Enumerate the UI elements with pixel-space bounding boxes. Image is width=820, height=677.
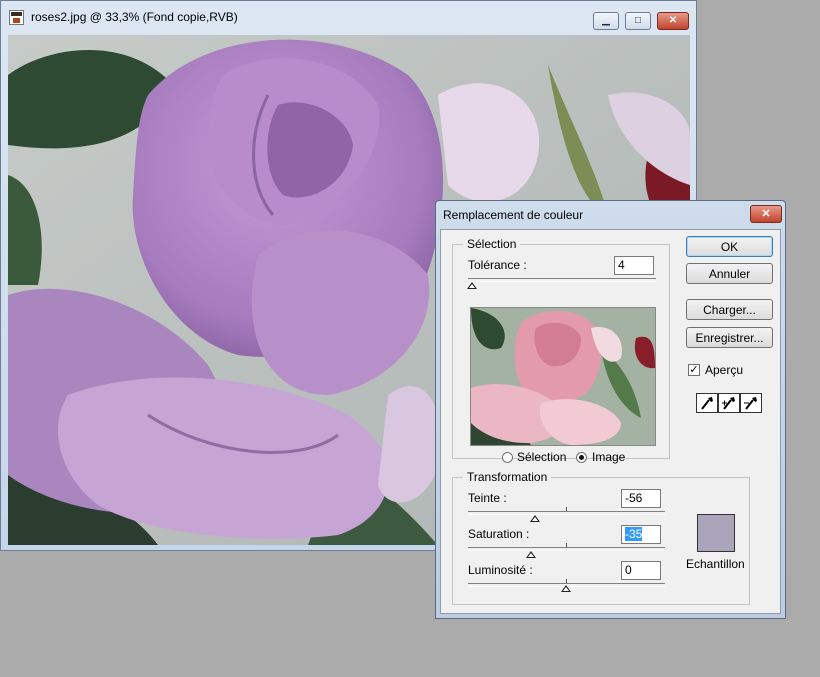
luminosity-value: 0 [625, 563, 632, 577]
photoshop-file-icon [9, 10, 24, 25]
luminosity-input[interactable]: 0 [621, 561, 661, 580]
hue-slider-thumb[interactable] [530, 515, 540, 522]
luminosity-slider-thumb[interactable] [561, 585, 571, 592]
selection-group: Sélection Tolérance : 4 Sélection Image [452, 237, 670, 464]
selection-legend: Sélection [463, 237, 521, 251]
radio-image[interactable] [576, 452, 587, 463]
saturation-slider-track[interactable] [468, 547, 665, 551]
minimize-button[interactable]: ▁ [593, 12, 619, 30]
close-button[interactable]: ✕ [657, 12, 689, 30]
radio-selection[interactable] [502, 452, 513, 463]
hue-label: Teinte : [468, 491, 507, 505]
preview-label[interactable]: Aperçu [705, 363, 743, 377]
saturation-value: -35 [625, 527, 643, 541]
tolerance-slider-thumb[interactable] [466, 282, 477, 289]
eyedropper-plus-button[interactable] [718, 393, 740, 413]
eyedropper-icon [701, 397, 713, 410]
document-titlebar[interactable]: roses2.jpg @ 33,3% (Fond copie,RVB) ▁ □ … [1, 1, 696, 35]
saturation-slider-thumb[interactable] [526, 551, 536, 558]
tolerance-label: Tolérance : [468, 258, 527, 272]
load-button[interactable]: Charger... [686, 299, 773, 320]
radio-image-label[interactable]: Image [592, 450, 625, 464]
minimize-icon: ▁ [602, 15, 610, 26]
dialog-body: Sélection Tolérance : 4 Sélection Image … [440, 229, 781, 614]
preview-checkbox[interactable]: ✓ [688, 364, 700, 376]
saturation-slider-center-tick [566, 543, 567, 547]
eyedropper-minus-icon [744, 397, 757, 410]
hue-slider-track[interactable] [468, 511, 665, 515]
saturation-label: Saturation : [468, 527, 530, 541]
cancel-button[interactable]: Annuler [686, 263, 773, 284]
tolerance-slider-track[interactable] [468, 278, 656, 282]
hue-input[interactable]: -56 [621, 489, 661, 508]
eyedropper-plus-icon [722, 397, 735, 410]
hue-value: -56 [625, 491, 643, 505]
maximize-button[interactable]: □ [625, 12, 651, 30]
saturation-input[interactable]: -35 [621, 525, 661, 544]
maximize-icon: □ [634, 15, 642, 26]
preview-rose-image [471, 308, 655, 445]
tolerance-value: 4 [618, 258, 625, 272]
luminosity-label: Luminosité : [468, 563, 533, 577]
dialog-title: Remplacement de couleur [443, 208, 584, 222]
eyedropper-button[interactable] [696, 393, 718, 413]
radio-selection-label[interactable]: Sélection [517, 450, 566, 464]
dialog-close-button[interactable]: ✕ [750, 205, 782, 223]
eyedropper-minus-button[interactable] [740, 393, 762, 413]
ok-button[interactable]: OK [686, 236, 773, 257]
save-button[interactable]: Enregistrer... [686, 327, 773, 348]
sample-color-swatch[interactable] [697, 514, 735, 552]
document-title: roses2.jpg @ 33,3% (Fond copie,RVB) [31, 10, 238, 24]
replace-color-dialog[interactable]: Remplacement de couleur ✕ Sélection Tolé… [435, 200, 786, 619]
luminosity-slider-center-tick [566, 579, 567, 583]
close-icon: ✕ [668, 15, 678, 26]
tolerance-input[interactable]: 4 [614, 256, 654, 275]
swatch-label: Echantillon [686, 557, 745, 571]
hue-slider-center-tick [566, 507, 567, 511]
preview-thumbnail[interactable] [470, 307, 656, 446]
checkmark-icon: ✓ [689, 364, 699, 376]
transformation-legend: Transformation [463, 470, 552, 484]
close-icon: ✕ [761, 208, 771, 220]
